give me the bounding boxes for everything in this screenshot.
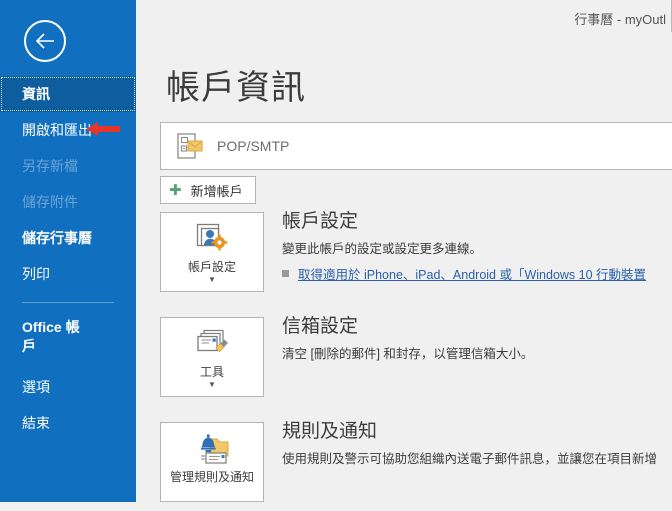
sidebar-nav-list: 資訊 開啟和匯出 另存新檔 儲存附件 儲存行事曆 列印 Office 帳戶 選項… — [0, 76, 136, 441]
sidebar-item-label: 結束 — [22, 415, 50, 431]
sidebar-item-office-account[interactable]: Office 帳戶 — [0, 313, 80, 361]
account-selector[interactable]: POP/SMTP — [160, 122, 672, 170]
sidebar-divider — [22, 302, 114, 303]
section-description: 使用規則及警示可協助您組織內送電子郵件訊息，並讓您在項目新增 — [282, 452, 658, 466]
sidebar-item-exit[interactable]: 結束 — [0, 405, 136, 441]
tools-button[interactable]: 工具 ▼ — [160, 317, 264, 397]
rules-alerts-text: 規則及通知 使用規則及警示可協助您組織內送電子郵件訊息，並讓您在項目新增 — [282, 421, 672, 467]
manage-rules-alerts-button-label: 管理規則及通知 — [169, 470, 254, 484]
chevron-down-icon[interactable]: ▼ — [208, 381, 216, 389]
title-bar: 行事曆 - myOutl — [160, 0, 672, 32]
sidebar-item-print[interactable]: 列印 — [0, 256, 136, 292]
bullet-icon — [282, 270, 289, 277]
chevron-down-icon[interactable]: ▼ — [208, 276, 216, 284]
sidebar-item-label: Office 帳戶 — [22, 319, 80, 354]
add-account-button[interactable]: ✚ 新增帳戶 — [160, 176, 256, 204]
mailbox-settings-text: 信箱設定 清空 [刪除的郵件] 和封存，以管理信箱大小。 — [282, 316, 672, 362]
back-button[interactable] — [24, 20, 66, 62]
sidebar-item-open-export[interactable]: 開啟和匯出 — [0, 112, 136, 148]
account-settings-button[interactable]: 帳戶設定 ▼ — [160, 212, 264, 292]
outlook-backstage-window: 行事曆 - myOutl 資訊 開啟和匯出 另存新檔 儲存附件 儲存行事曆 列印… — [0, 0, 672, 511]
sidebar-item-label: 另存新檔 — [22, 158, 78, 174]
sidebar-item-save-as: 另存新檔 — [0, 148, 136, 184]
sidebar-item-label: 資訊 — [22, 86, 50, 102]
account-selector-label: POP/SMTP — [217, 138, 290, 154]
sidebar-item-label: 儲存附件 — [22, 194, 78, 210]
mailbox-cleanup-icon — [195, 327, 229, 361]
section-description: 變更此帳戶的設定或設定更多連線。 — [282, 242, 483, 256]
sidebar-item-options[interactable]: 選項 — [0, 369, 136, 405]
plus-icon: ✚ — [169, 181, 182, 199]
backstage-sidebar: 資訊 開啟和匯出 另存新檔 儲存附件 儲存行事曆 列印 Office 帳戶 選項… — [0, 0, 136, 502]
rules-alerts-icon — [194, 432, 230, 466]
account-settings-icon — [195, 222, 229, 256]
account-settings-text: 帳戶設定 變更此帳戶的設定或設定更多連線。 取得適用於 iPhone、iPad、… — [282, 211, 672, 283]
sidebar-item-label: 儲存行事曆 — [22, 230, 92, 246]
account-information-pane: 帳戶資訊 POP/SMTP ✚ 新增帳戶 帳戶設定 ▼ 帳戶設定 變更此帳戶的設… — [136, 32, 672, 511]
mail-account-icon — [175, 132, 205, 167]
section-heading: 帳戶設定 — [282, 211, 359, 232]
manage-rules-alerts-button[interactable]: 管理規則及通知 — [160, 422, 264, 502]
sidebar-item-save-calendar[interactable]: 儲存行事曆 — [0, 220, 136, 256]
section-link-row: 取得適用於 iPhone、iPad、Android 或「Windows 10 行… — [282, 264, 672, 283]
section-heading: 信箱設定 — [282, 316, 359, 337]
mobile-app-link[interactable]: 取得適用於 iPhone、iPad、Android 或「Windows 10 行… — [298, 264, 646, 283]
window-title: 行事曆 - myOutl — [574, 12, 666, 27]
sidebar-item-label: 選項 — [22, 379, 50, 395]
page-title: 帳戶資訊 — [166, 69, 306, 107]
sidebar-item-info[interactable]: 資訊 — [0, 76, 136, 112]
add-account-label: 新增帳戶 — [190, 183, 243, 199]
account-settings-button-label: 帳戶設定 — [187, 260, 236, 274]
sidebar-item-save-attachments: 儲存附件 — [0, 184, 136, 220]
sidebar-item-label: 開啟和匯出 — [22, 122, 92, 138]
tools-button-label: 工具 — [199, 365, 224, 379]
sidebar-item-label: 列印 — [22, 266, 50, 282]
section-heading: 規則及通知 — [282, 421, 378, 442]
section-description: 清空 [刪除的郵件] 和封存，以管理信箱大小。 — [282, 347, 534, 361]
